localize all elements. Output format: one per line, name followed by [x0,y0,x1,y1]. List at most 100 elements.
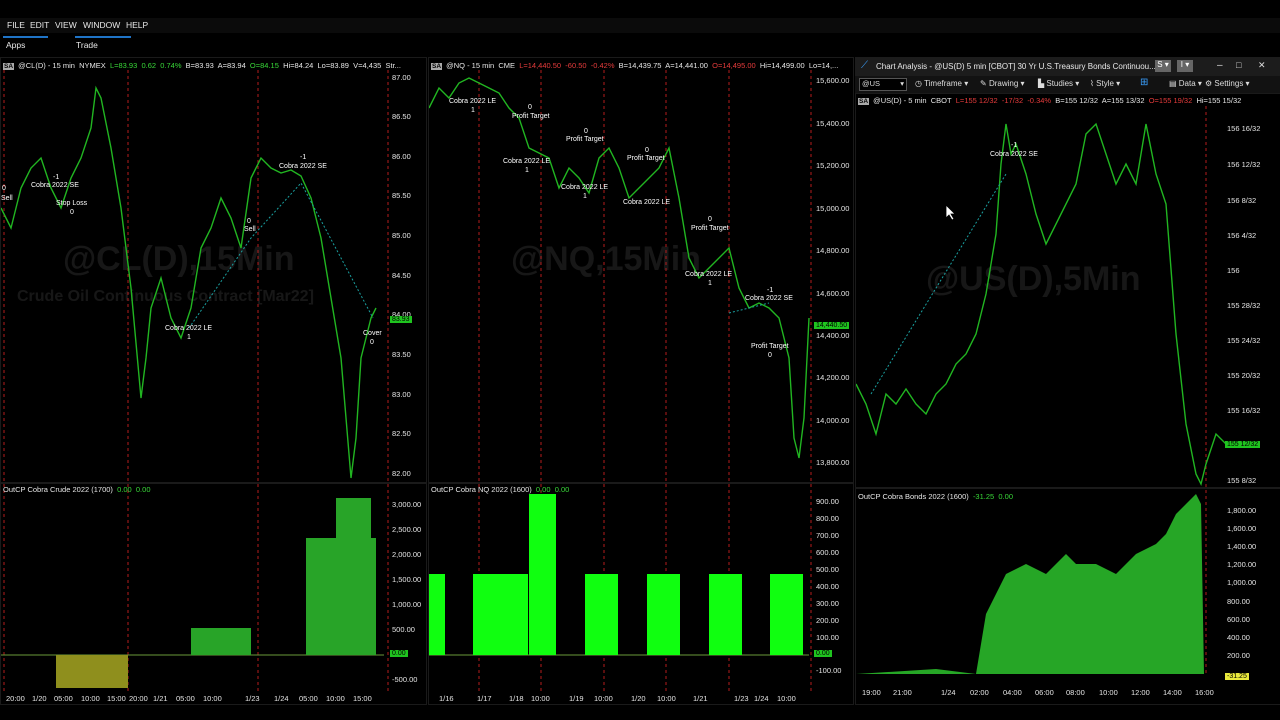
chart1-ann-cover: Cover [363,330,382,337]
chart1-ytick-4: 85.00 [392,231,411,240]
chart2-ann-0c: 0 [645,147,649,154]
layout-icon[interactable]: ⊞ [1140,77,1148,88]
chart3-panel[interactable]: SA @US(D) - 5 min CBOT L=155 12/32 -17/3… [855,93,1280,705]
chart2-ytick-6: 14,400.00 [816,331,850,340]
chart1-xtick-0: 20:00 [6,694,25,703]
top-strip [0,0,1280,18]
settings-label: Settings [1214,79,1244,88]
drawing-button[interactable]: ✎ Drawing ▾ [980,79,1025,88]
chart2-ind-v2: 0.00 [554,485,570,494]
chart1-ytick-1: 86.50 [392,112,411,121]
chart3-xtick-2: 1/24 [941,688,956,697]
chart3-titlebar: ⟋ Chart Analysis - @US(D) 5 min [CBOT] 3… [855,57,1280,76]
chart1-ann-1: 1 [187,334,191,341]
chart2-xtick-9: 1/23 [734,694,749,703]
menu-edit[interactable]: EDIT [30,20,49,30]
menu-file[interactable]: FILE [7,20,25,30]
chart3-ytick-8: 155 16/32 [1227,406,1261,415]
chart3-ytick-6: 155 24/32 [1227,336,1261,345]
chart1-ind-v2: 0.00 [135,485,151,494]
chart2-ann-0b: 0 [584,128,588,135]
chart1-xtick-7: 05:00 [176,694,195,703]
chart2-xtick-8: 1/21 [693,694,708,703]
chart1-ind-zero-tag: 0.00 [390,650,408,657]
chart2-ann-0a: 0 [528,104,532,111]
style-label: Style [1096,79,1114,88]
trade-tab[interactable]: Trade [76,40,98,50]
timeframe-button[interactable]: ◷ Timeframe ▾ [915,79,968,88]
chart1-ind-ytick-3: 1,500.00 [392,575,422,584]
maximize-icon[interactable]: □ [1236,60,1241,70]
chart1-ann-se: Cobra 2022 SE [31,182,79,189]
style-button[interactable]: ⌇ Style ▾ [1090,79,1120,88]
mouse-cursor-icon [946,205,956,221]
chart2-ann-1a: 1 [471,107,475,114]
timeframe-label: Timeframe [924,79,962,88]
chevron-down-icon: ▾ [900,79,904,88]
chart1-xtick-13: 15:00 [353,694,372,703]
chart1-ann-0b: 0 [247,218,251,225]
chart1-ind-ytick-7: -500.00 [392,675,418,684]
apps-tab[interactable]: Apps [6,40,25,50]
chart1-xtick-6: 1/21 [153,694,168,703]
chart1-price-tag: 83.93 [390,316,412,323]
chart3-title: Chart Analysis - @US(D) 5 min [CBOT] 30 … [876,62,1156,71]
chart2-ind-ytick-8: 100.00 [816,633,839,642]
i-button[interactable]: I ▾ [1177,60,1193,72]
chart1-ann-0-left: 0 [2,185,6,192]
chart1-ind-ytick-1: 2,500.00 [392,525,422,534]
chart1-ytick-3: 85.50 [392,191,411,200]
chart2-ann-le5: Cobra 2022 LE [685,271,733,278]
chart2-panel[interactable]: SA @NQ - 15 min CME L=14,440.50 -60.50 -… [428,57,854,705]
chart3-ind-ytick-8: 200.00 [1227,651,1250,660]
chart2-xtick-6: 1/20 [631,694,646,703]
chart1-xtick-5: 20:00 [129,694,148,703]
minimize-icon[interactable]: – [1217,60,1223,71]
studies-label: Studies [1046,79,1074,88]
chart2-ind-ytick-4: 500.00 [816,565,839,574]
chart1-ytick-7: 83.50 [392,350,411,359]
symbol-box[interactable]: @US ▾ [859,78,907,91]
chart2-ind-ytick-5: 400.00 [816,582,839,591]
chart3-ind-ytick-1: 1,600.00 [1227,524,1257,533]
chart2-ytick-1: 15,400.00 [816,119,850,128]
chart2-ann-pt1: Profit Target [512,113,550,120]
chart2-ind-v1: 0.00 [535,485,551,494]
chart1-xtick-3: 10:00 [81,694,100,703]
menu-window[interactable]: WINDOW [83,20,120,30]
chart3-ind-ytick-4: 1,000.00 [1227,578,1257,587]
chart1-ann-sell-left: Sell [1,195,13,202]
chart3-ann-se: Cobra 2022 SE [990,151,1038,158]
chart1-xtick-12: 10:00 [326,694,345,703]
settings-button[interactable]: ⚙ Settings ▾ [1205,79,1250,88]
chart1-ann-m1: -1 [53,174,60,181]
chart3-ytick-2: 156 8/32 [1227,196,1257,205]
chart2-ann-le1: Cobra 2022 LE [449,98,497,105]
data-button[interactable]: ▤ Data ▾ [1169,79,1202,88]
studies-button[interactable]: ▙ Studies ▾ [1038,79,1079,88]
chart1-ytick-5: 84.50 [392,271,411,280]
chart-icon: ⟋ [861,60,868,71]
chart1-xtick-2: 05:00 [54,694,73,703]
menu-bar: FILE EDIT VIEW WINDOW HELP [0,18,1280,33]
s-button[interactable]: S ▾ [1155,60,1171,72]
chart1-ytick-2: 86.00 [392,152,411,161]
chart1-ann-m1b: -1 [300,154,307,161]
chart3-ytick-10: 155 8/32 [1227,476,1257,485]
close-icon[interactable]: ✕ [1258,60,1266,71]
menu-view[interactable]: VIEW [55,20,77,30]
chart2-ann-le2: Cobra 2022 LE [503,158,551,165]
chart1-xtick-4: 15:00 [107,694,126,703]
chart2-ytick-2: 15,200.00 [816,161,850,170]
chart1-panel[interactable]: SA @CL(D) - 15 min NYMEX L=83.93 0.62 0.… [0,57,427,705]
chart1-ind-ytick-5: 500.00 [392,625,415,634]
chart2-indicator-label: OutCP Cobra NQ 2022 (1600) 0.00 0.00 [431,485,569,494]
chart2-ytick-3: 15,000.00 [816,204,850,213]
chart2-xtick-7: 10:00 [657,694,676,703]
menu-help[interactable]: HELP [126,20,148,30]
chart1-ann-le: Cobra 2022 LE [165,325,213,332]
chart2-ann-le4: Cobra 2022 LE [623,199,671,206]
chart2-price-tag: 14,440.50 [814,322,850,329]
chart3-indicator-label: OutCP Cobra Bonds 2022 (1600) -31.25 0.0… [858,492,1013,501]
chart2-ind-zero-tag: 0.00 [814,650,832,657]
